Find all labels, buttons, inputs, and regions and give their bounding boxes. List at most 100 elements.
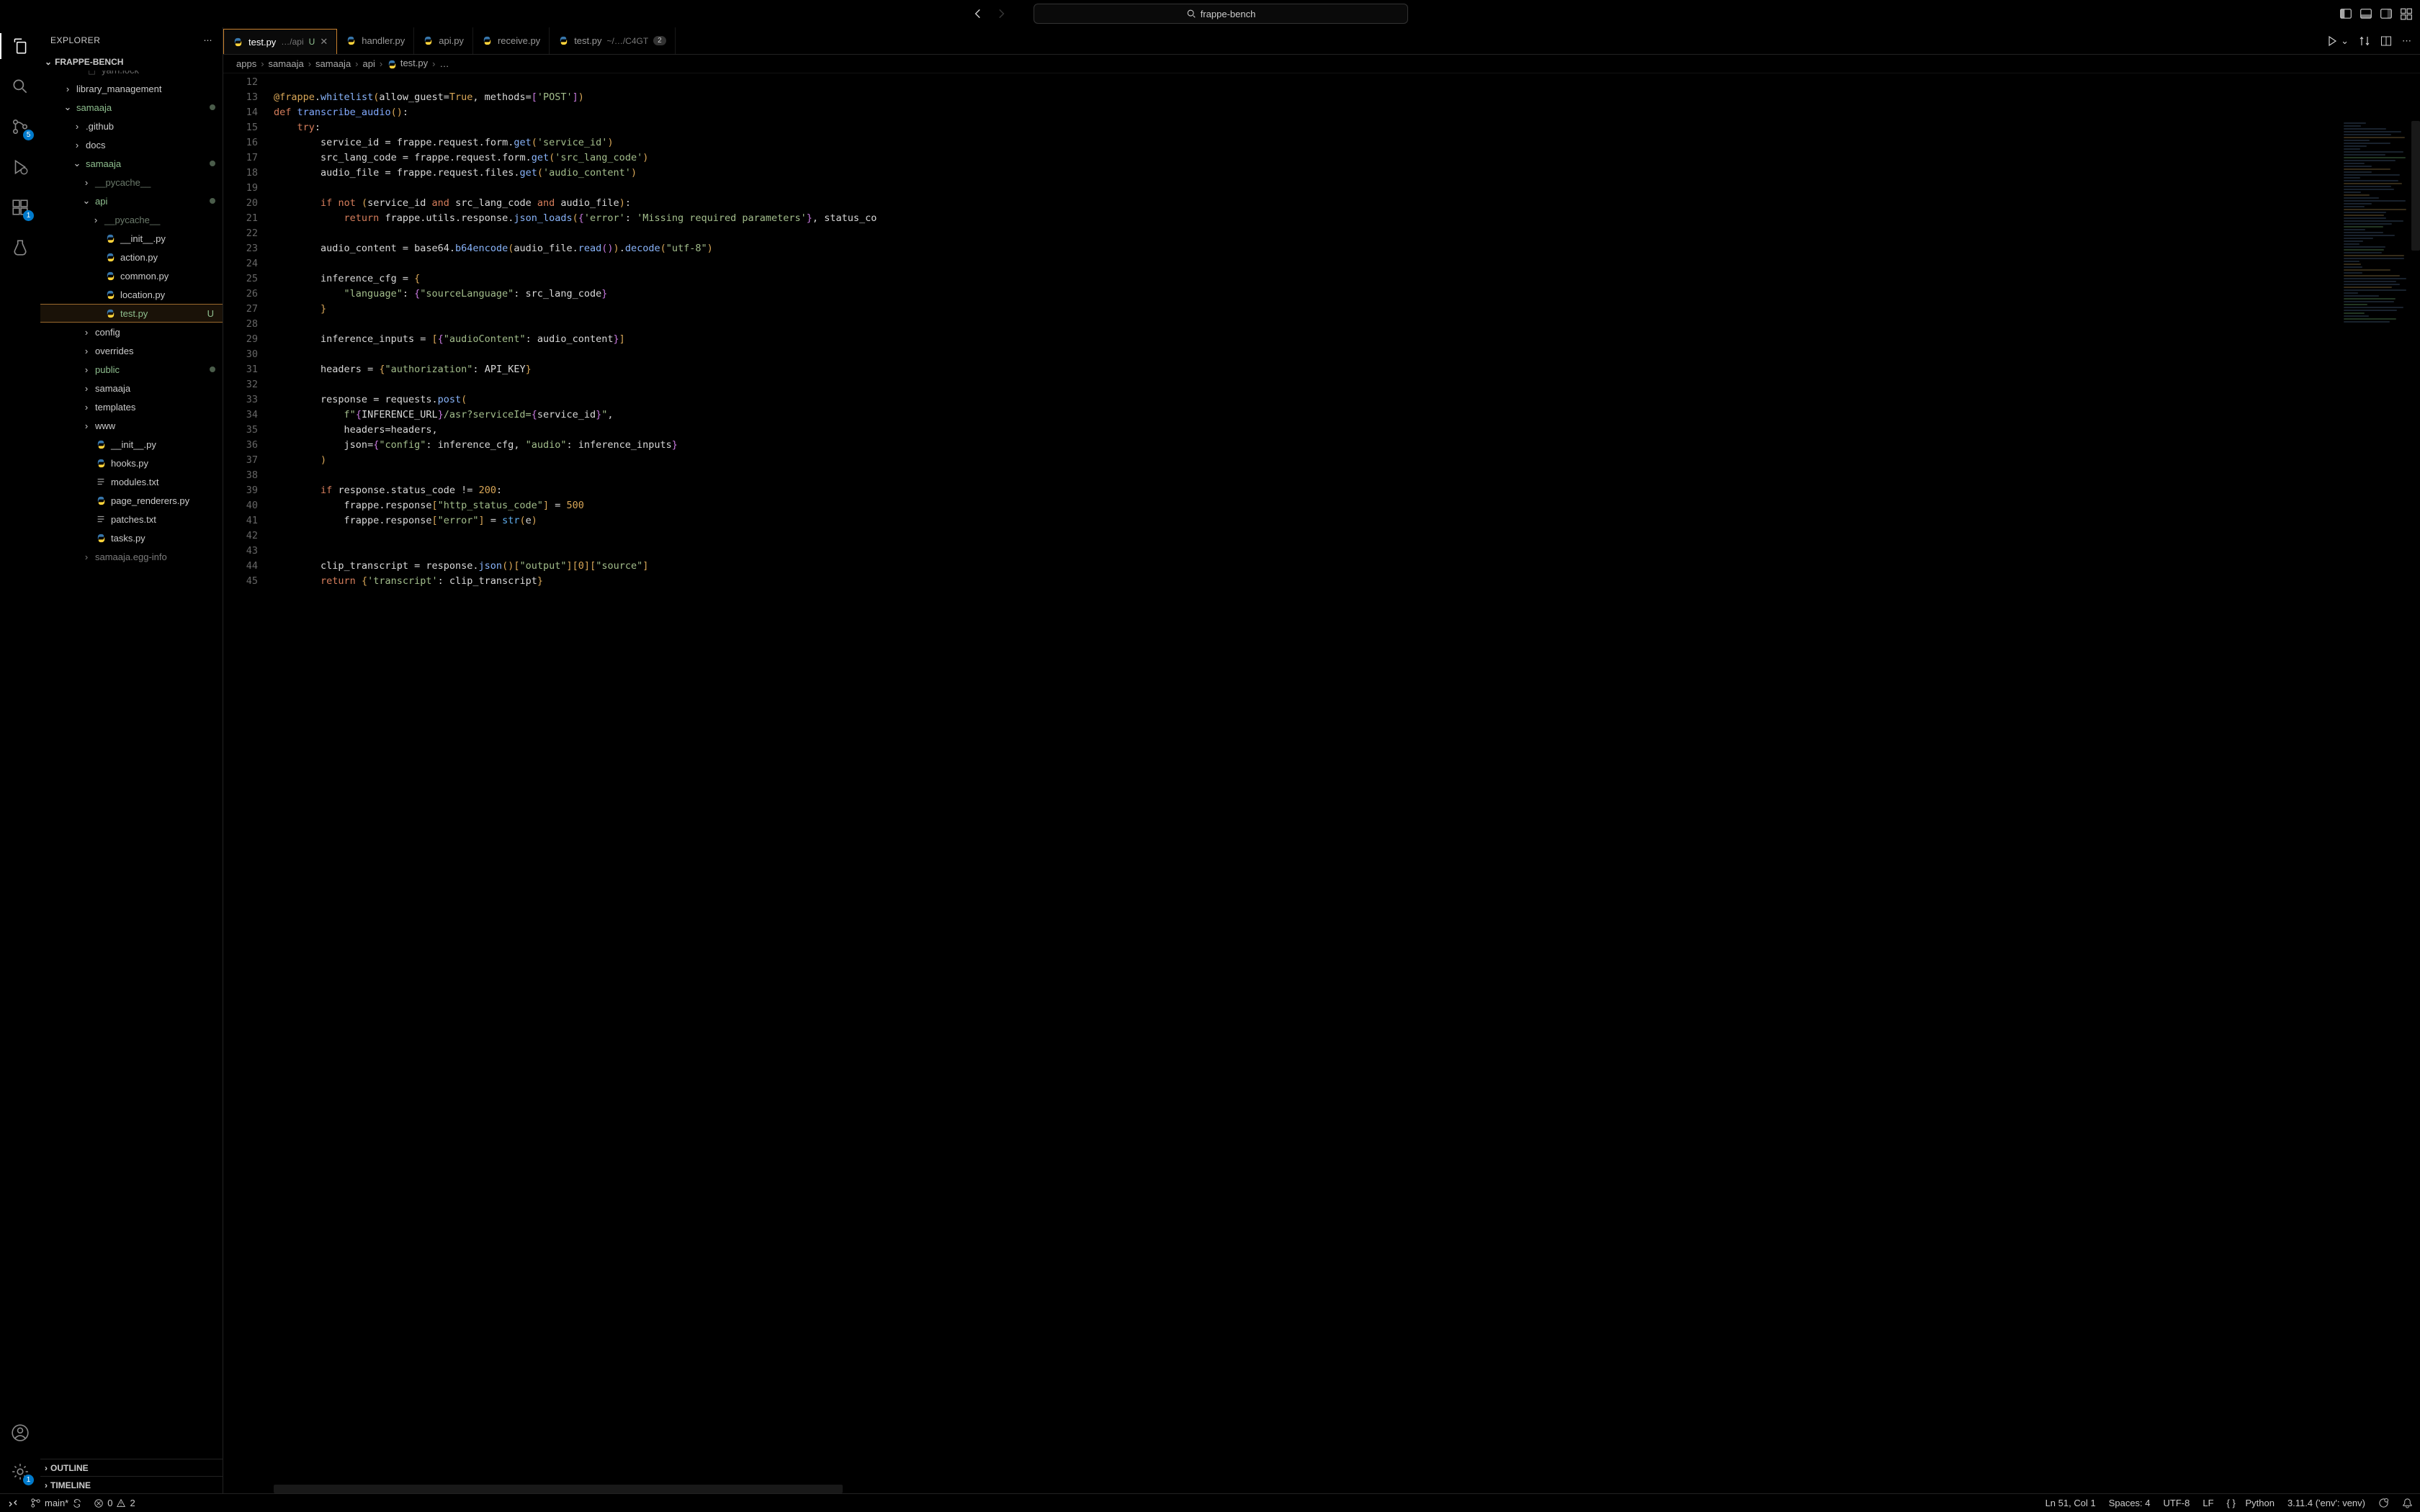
- customize-layout-icon[interactable]: [2400, 7, 2413, 20]
- branch-name: main*: [45, 1498, 68, 1508]
- python-interpreter[interactable]: 3.11.4 ('env': venv): [2287, 1498, 2365, 1508]
- tree-item[interactable]: ›.github: [40, 117, 223, 135]
- language-label: Python: [2245, 1498, 2274, 1508]
- command-center-text: frappe-bench: [1201, 9, 1256, 19]
- tree-item[interactable]: __init__.py: [40, 435, 223, 454]
- breadcrumb-segment[interactable]: …: [439, 58, 449, 69]
- layout-sidebar-right-icon[interactable]: [2380, 7, 2393, 20]
- search-icon: [1186, 9, 1196, 19]
- activity-bar: 5 1 1: [0, 27, 40, 1493]
- problems-indicator[interactable]: 0 2: [94, 1498, 135, 1508]
- editor-tab[interactable]: api.py: [414, 27, 473, 54]
- breadcrumb[interactable]: apps›samaaja›samaaja›api› test.py›…: [223, 55, 2420, 73]
- file-tree[interactable]: yarn.lock›library_management⌄samaaja›.gi…: [40, 71, 223, 1459]
- eol[interactable]: LF: [2202, 1498, 2213, 1508]
- nav-forward-icon[interactable]: [995, 7, 1008, 20]
- tree-item[interactable]: __init__.py: [40, 229, 223, 248]
- nav-back-icon[interactable]: [972, 7, 985, 20]
- activity-explorer[interactable]: [9, 35, 32, 58]
- remote-indicator[interactable]: [7, 1498, 19, 1509]
- breadcrumb-segment[interactable]: api: [363, 58, 375, 69]
- tree-item[interactable]: action.py: [40, 248, 223, 266]
- tree-item[interactable]: test.pyU: [40, 304, 223, 323]
- activity-testing[interactable]: [9, 236, 32, 259]
- tree-item[interactable]: ›__pycache__: [40, 210, 223, 229]
- encoding[interactable]: UTF-8: [2164, 1498, 2190, 1508]
- language-mode[interactable]: { } Python: [2227, 1498, 2275, 1508]
- notifications-icon[interactable]: [2402, 1498, 2413, 1508]
- tree-item[interactable]: common.py: [40, 266, 223, 285]
- activity-account[interactable]: [9, 1421, 32, 1444]
- folder-name: FRAPPE-BENCH: [55, 57, 123, 67]
- indentation[interactable]: Spaces: 4: [2109, 1498, 2151, 1508]
- activity-settings[interactable]: 1: [9, 1460, 32, 1483]
- titlebar: frappe-bench: [0, 0, 2420, 27]
- close-icon[interactable]: ✕: [320, 36, 328, 48]
- error-icon: [94, 1498, 104, 1508]
- command-center[interactable]: frappe-bench: [1034, 4, 1408, 24]
- settings-badge: 1: [23, 1475, 34, 1485]
- tree-item[interactable]: ›templates: [40, 397, 223, 416]
- tree-item[interactable]: ›public: [40, 360, 223, 379]
- breadcrumb-segment[interactable]: apps: [236, 58, 256, 69]
- tree-item[interactable]: patches.txt: [40, 510, 223, 528]
- split-editor-icon[interactable]: [2380, 35, 2392, 47]
- activity-scm[interactable]: 5: [9, 115, 32, 138]
- layout-panel-icon[interactable]: [2360, 7, 2372, 20]
- breadcrumb-segment[interactable]: samaaja: [315, 58, 351, 69]
- sidebar-more-icon[interactable]: ⋯: [204, 35, 213, 45]
- tree-item[interactable]: ›samaaja.egg-info: [40, 547, 223, 566]
- activity-debug[interactable]: [9, 156, 32, 179]
- tree-item[interactable]: ⌄api: [40, 192, 223, 210]
- tree-item[interactable]: location.py: [40, 285, 223, 304]
- editor-tab[interactable]: handler.py: [337, 27, 414, 54]
- minimap[interactable]: [2341, 120, 2420, 1482]
- breadcrumb-segment[interactable]: samaaja: [269, 58, 304, 69]
- cursor-position[interactable]: Ln 51, Col 1: [2045, 1498, 2096, 1508]
- tree-item[interactable]: ›config: [40, 323, 223, 341]
- tree-item[interactable]: page_renderers.py: [40, 491, 223, 510]
- tree-item[interactable]: ›__pycache__: [40, 173, 223, 192]
- vertical-scrollbar[interactable]: [2411, 121, 2420, 251]
- sidebar: EXPLORER ⋯ ⌄ FRAPPE-BENCH yarn.lock›libr…: [40, 27, 223, 1493]
- compare-icon[interactable]: [2359, 35, 2370, 47]
- tree-item[interactable]: ›docs: [40, 135, 223, 154]
- timeline-label: TIMELINE: [50, 1480, 91, 1490]
- ext-badge: 1: [23, 210, 34, 221]
- tree-item[interactable]: hooks.py: [40, 454, 223, 472]
- warning-count: 2: [130, 1498, 135, 1508]
- tree-item[interactable]: ⌄samaaja: [40, 154, 223, 173]
- sync-icon: [72, 1498, 82, 1508]
- run-chevron-icon[interactable]: ⌄: [2341, 35, 2349, 47]
- run-icon[interactable]: [2326, 35, 2338, 47]
- tree-item[interactable]: ›samaaja: [40, 379, 223, 397]
- activity-extensions[interactable]: 1: [9, 196, 32, 219]
- code-content[interactable]: @frappe.whitelist(allow_guest=True, meth…: [274, 73, 2420, 1493]
- tree-item[interactable]: yarn.lock: [40, 71, 223, 79]
- warning-icon: [116, 1498, 126, 1508]
- breadcrumb-segment[interactable]: test.py: [387, 58, 428, 69]
- layout-sidebar-left-icon[interactable]: [2339, 7, 2352, 20]
- editor-tab[interactable]: receive.py: [473, 27, 550, 54]
- editor-tab[interactable]: test.py~/…/C4GT2: [550, 27, 676, 54]
- tab-more-icon[interactable]: ⋯: [2402, 35, 2411, 47]
- tree-item[interactable]: ⌄samaaja: [40, 98, 223, 117]
- editor-area: test.py…/apiU✕handler.pyapi.pyreceive.py…: [223, 27, 2420, 1493]
- tree-item[interactable]: ›library_management: [40, 79, 223, 98]
- activity-search[interactable]: [9, 75, 32, 98]
- scm-badge: 5: [23, 130, 34, 140]
- editor-tabs: test.py…/apiU✕handler.pyapi.pyreceive.py…: [223, 27, 2420, 55]
- tree-item[interactable]: modules.txt: [40, 472, 223, 491]
- git-branch[interactable]: main*: [30, 1498, 82, 1508]
- folder-section-header[interactable]: ⌄ FRAPPE-BENCH: [40, 53, 223, 71]
- outline-label: OUTLINE: [50, 1463, 89, 1473]
- timeline-section[interactable]: › TIMELINE: [40, 1476, 223, 1493]
- horizontal-scrollbar[interactable]: [274, 1485, 843, 1493]
- outline-section[interactable]: › OUTLINE: [40, 1459, 223, 1476]
- tree-item[interactable]: ›overrides: [40, 341, 223, 360]
- status-bar: main* 0 2 Ln 51, Col 1 Spaces: 4 UTF-8 L…: [0, 1493, 2420, 1512]
- tree-item[interactable]: ›www: [40, 416, 223, 435]
- feedback-icon[interactable]: [2378, 1498, 2389, 1508]
- tree-item[interactable]: tasks.py: [40, 528, 223, 547]
- editor-tab[interactable]: test.py…/apiU✕: [223, 29, 337, 54]
